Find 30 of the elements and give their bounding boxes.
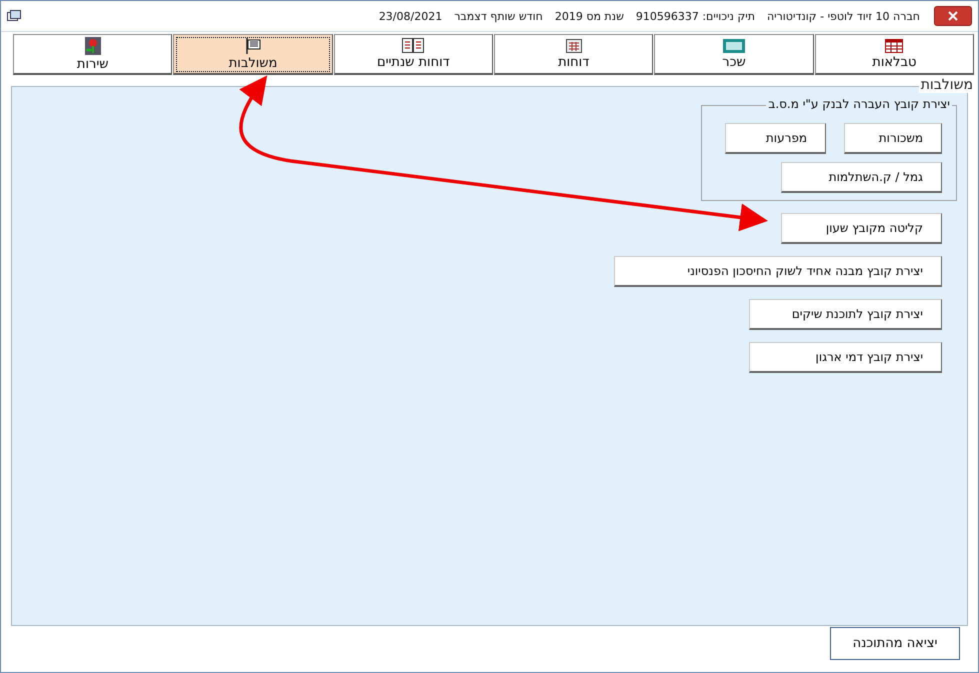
tab[interactable]: שירות bbox=[13, 34, 172, 75]
calculator-icon bbox=[566, 38, 582, 52]
window-title: תיק ניכויים: 910596337 bbox=[636, 10, 755, 22]
action-button[interactable]: מפרעות bbox=[725, 123, 826, 154]
window-title: שנת מס 2019 bbox=[554, 10, 624, 22]
close-icon bbox=[948, 11, 958, 21]
screen-icon bbox=[723, 38, 746, 52]
window-title: חודש שותף דצמבר bbox=[454, 10, 543, 22]
flower-icon bbox=[84, 36, 101, 54]
app-icon bbox=[7, 10, 21, 22]
window-title: 23/08/2021 bbox=[378, 10, 442, 22]
action-button[interactable]: יצירת קובץ דמי ארגון bbox=[749, 342, 942, 373]
tab[interactable]: דוחות bbox=[494, 34, 654, 75]
flag-icon bbox=[245, 38, 262, 54]
tab[interactable]: דוחות שנתיים bbox=[334, 34, 494, 75]
action-button[interactable]: יצירת קובץ לתוכנת שיקים bbox=[749, 299, 942, 330]
close-button[interactable] bbox=[934, 6, 972, 26]
group-title: יצירת קובץ העברה לבנק ע"י מ.ס.ב bbox=[766, 97, 952, 111]
action-button[interactable]: קליטה מקובץ שעון bbox=[781, 213, 942, 244]
tab[interactable]: משולבות bbox=[173, 34, 333, 75]
action-button[interactable]: יצירת קובץ מבנה אחיד לשוק החיסכון הפנסיוני bbox=[614, 256, 942, 287]
book-icon bbox=[402, 38, 424, 53]
tab[interactable]: טבלאות bbox=[814, 34, 974, 75]
action-button[interactable]: משכורות bbox=[844, 123, 942, 154]
tab[interactable]: שכר bbox=[654, 34, 814, 75]
panel-title: משולבות bbox=[918, 77, 975, 93]
exit-button[interactable]: יציאה מהתוכנה bbox=[830, 627, 960, 660]
window-title: חברה 10 זיוד לוטפי - קונדיטוריה bbox=[766, 10, 920, 22]
action-button[interactable]: גמל / ק.השתלמות bbox=[781, 162, 942, 193]
grid-icon bbox=[885, 38, 904, 52]
